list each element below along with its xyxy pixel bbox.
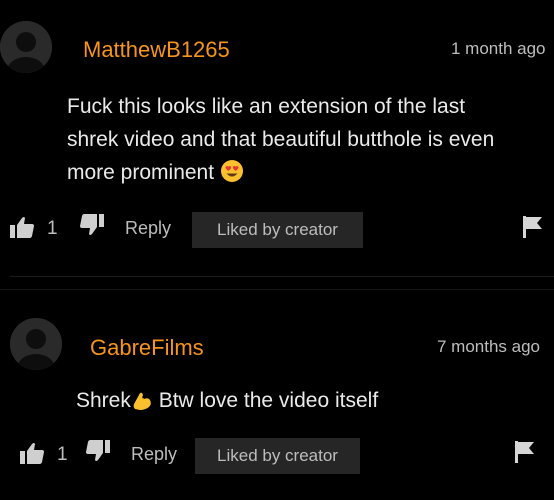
comment-actions: 1 Reply Liked by creator bbox=[0, 433, 554, 474]
thumbs-down-icon[interactable] bbox=[80, 214, 104, 241]
comment-divider bbox=[10, 276, 554, 277]
avatar[interactable] bbox=[10, 318, 62, 370]
reply-button[interactable]: Reply bbox=[125, 218, 171, 239]
comment-card: GabreFilms 7 months ago Shrek Btw love t… bbox=[0, 290, 554, 500]
like-count: 1 bbox=[57, 444, 68, 465]
flag-icon[interactable] bbox=[523, 216, 543, 243]
comment-text: Shrek Btw love the video itself bbox=[76, 384, 378, 421]
comment-text-part: Btw love the video itself bbox=[158, 389, 379, 412]
thumbs-up-icon[interactable] bbox=[10, 216, 34, 243]
liked-by-creator-badge: Liked by creator bbox=[195, 438, 360, 474]
comment-text: Fuck this looks like an extension of the… bbox=[67, 90, 494, 193]
comment-line: shrek video and that beautiful butthole … bbox=[67, 128, 495, 151]
liked-by-creator-badge: Liked by creator bbox=[192, 212, 363, 248]
username[interactable]: MatthewB1265 bbox=[83, 37, 230, 63]
timestamp: 1 month ago bbox=[451, 39, 546, 58]
flexed-biceps-emoji-icon bbox=[131, 388, 153, 421]
heart-eyes-emoji-icon bbox=[220, 159, 244, 193]
comment-line: Fuck this looks like an extension of the… bbox=[67, 95, 466, 118]
comment-text-part: Shrek bbox=[76, 389, 131, 412]
flag-icon[interactable] bbox=[515, 441, 535, 468]
comment-card: MatthewB1265 1 month ago Fuck this looks… bbox=[0, 0, 554, 275]
like-count: 1 bbox=[47, 218, 58, 239]
user-silhouette-icon bbox=[0, 21, 52, 73]
reply-button[interactable]: Reply bbox=[131, 444, 177, 465]
timestamp: 7 months ago bbox=[437, 337, 541, 356]
comment-line-text: more prominent bbox=[67, 161, 215, 184]
username[interactable]: GabreFilms bbox=[90, 335, 204, 361]
thumbs-up-icon[interactable] bbox=[20, 442, 44, 469]
comment-actions: 1 Reply Liked by creator bbox=[0, 208, 554, 248]
comment-line: more prominent bbox=[67, 156, 494, 193]
user-silhouette-icon bbox=[10, 318, 62, 370]
thumbs-down-icon[interactable] bbox=[86, 440, 110, 467]
avatar[interactable] bbox=[0, 21, 52, 73]
